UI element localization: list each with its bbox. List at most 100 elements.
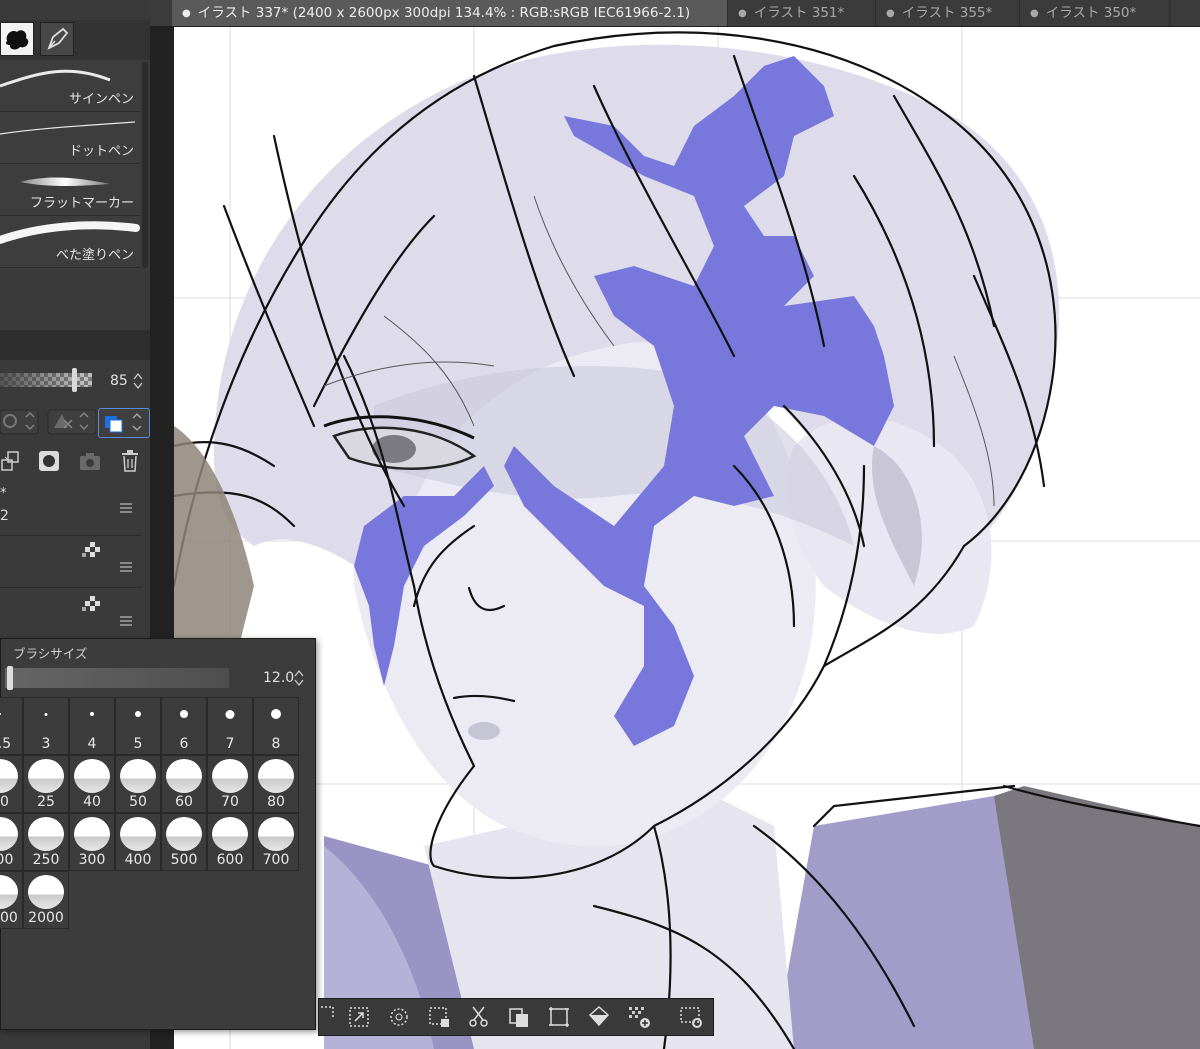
- brush-size-preset[interactable]: 80: [253, 755, 299, 813]
- layer-name-a: *: [0, 486, 7, 501]
- copy-paste-icon[interactable]: [507, 1005, 531, 1029]
- brush-tool-button[interactable]: [0, 22, 34, 56]
- tab-label: イラスト 350*: [1045, 5, 1137, 21]
- brush-tip-icon: [0, 713, 1, 715]
- brush-size-label: 6: [179, 736, 189, 752]
- transform-icon[interactable]: [319, 1005, 343, 1029]
- brush-size-preset[interactable]: 20: [0, 755, 23, 813]
- pen-nib-icon: [47, 27, 69, 50]
- layer-row[interactable]: * 2: [0, 484, 142, 536]
- layer-menu-icon[interactable]: [120, 616, 132, 626]
- brush-size-preset[interactable]: 1.5: [0, 697, 23, 755]
- brush-size-preset[interactable]: 700: [253, 813, 299, 871]
- opacity-slider[interactable]: [0, 373, 92, 387]
- cut-icon[interactable]: [467, 1005, 491, 1029]
- brush-size-label: 50: [129, 794, 147, 810]
- brush-size-label: 2000: [28, 910, 64, 926]
- layer-row[interactable]: [0, 536, 142, 588]
- layer-menu-icon[interactable]: [120, 562, 132, 572]
- tab-dot-icon: ●: [182, 8, 191, 19]
- brush-size-preset[interactable]: 8: [253, 697, 299, 755]
- brush-size-label: 200: [0, 852, 14, 868]
- camera-icon[interactable]: [78, 449, 102, 473]
- tab-illust-351[interactable]: ● イラスト 351*: [728, 0, 876, 26]
- layer-color-button[interactable]: [98, 408, 150, 438]
- tab-illust-350[interactable]: ● イラスト 350*: [1020, 0, 1170, 26]
- brush-size-preset[interactable]: 250: [23, 813, 69, 871]
- brush-tip-icon: [166, 759, 202, 793]
- brush-tip-icon: [166, 817, 202, 851]
- scale-selection-icon[interactable]: [347, 1005, 371, 1029]
- brush-item-dot-pen[interactable]: ドットペン: [0, 112, 140, 164]
- brush-size-label: 40: [83, 794, 101, 810]
- brush-size-preset[interactable]: 40: [69, 755, 115, 813]
- clip-layer-icon[interactable]: [0, 408, 40, 436]
- brush-size-preset[interactable]: 60: [161, 755, 207, 813]
- layer-mask-icon[interactable]: [38, 450, 60, 472]
- brush-size-slider-handle[interactable]: [7, 666, 13, 690]
- merge-layer-icon[interactable]: [0, 450, 22, 472]
- selection-settings-icon[interactable]: [679, 1005, 703, 1029]
- ink-splat-icon: [6, 30, 29, 50]
- brush-size-label: 7: [225, 736, 235, 752]
- tab-illust-337[interactable]: ● イラスト 337* (2400 x 2600px 300dpi 134.4% …: [172, 0, 728, 26]
- pen-tool-button[interactable]: [40, 22, 74, 56]
- fill-selection-icon[interactable]: [587, 1005, 611, 1029]
- brush-label: フラットマーカー: [29, 196, 134, 211]
- brush-size-title: ブラシサイズ: [13, 646, 88, 661]
- brush-tip-icon: [74, 759, 110, 793]
- layer-mode-row: [0, 402, 150, 442]
- brush-tip-icon: [0, 875, 18, 909]
- brush-tip-icon: [180, 710, 188, 718]
- brush-size-preset[interactable]: 50: [115, 755, 161, 813]
- reference-layer-icon[interactable]: [46, 408, 96, 436]
- brush-size-slider[interactable]: [5, 666, 229, 690]
- brush-size-preset[interactable]: 70: [207, 755, 253, 813]
- brush-size-palette: ブラシサイズ 12.0 1.5 3 4 5 6 7 8 20 25 40 50 60 70 80 200 25…: [0, 638, 316, 1030]
- brush-size-preset[interactable]: 500: [161, 813, 207, 871]
- layer-list: * 2: [0, 484, 150, 640]
- brush-list-scrollbar[interactable]: [142, 62, 148, 268]
- brush-item-solid-fill-pen[interactable]: べた塗りペン: [0, 216, 140, 268]
- brush-tip-icon: [258, 817, 294, 851]
- trash-icon[interactable]: [119, 449, 141, 473]
- opacity-value: 85: [110, 373, 128, 389]
- opacity-spinner-icon[interactable]: [133, 372, 143, 390]
- brush-tip-icon: [258, 759, 294, 793]
- tab-illust-355[interactable]: ● イラスト 355*: [876, 0, 1020, 26]
- brush-size-preset[interactable]: 25: [23, 755, 69, 813]
- layer-row[interactable]: [0, 588, 142, 640]
- brush-size-preset[interactable]: 5: [115, 697, 161, 755]
- brush-size-preset[interactable]: 2000: [23, 871, 69, 929]
- brush-size-label: 80: [267, 794, 285, 810]
- expand-selection-icon[interactable]: [387, 1005, 411, 1029]
- new-layer-from-selection-icon[interactable]: [627, 1005, 651, 1029]
- brush-size-preset[interactable]: 300: [69, 813, 115, 871]
- layer-menu-icon[interactable]: [120, 503, 132, 513]
- brush-tip-icon: [28, 759, 64, 793]
- drawing-canvas[interactable]: [174, 26, 1200, 1049]
- brush-list: サインペン ドットペン フラットマーカー べた塗りペン: [0, 60, 140, 270]
- brush-label: べた塗りペン: [55, 248, 134, 263]
- brush-size-preset[interactable]: 1000: [0, 871, 23, 929]
- brush-tip-icon: [74, 817, 110, 851]
- brush-size-preset[interactable]: 4: [69, 697, 115, 755]
- brush-size-preset[interactable]: 3: [23, 697, 69, 755]
- brush-size-spinner-icon[interactable]: [294, 669, 304, 687]
- brush-tip-icon: [120, 759, 156, 793]
- brush-tip-icon: [225, 709, 235, 719]
- brush-tip-icon: [28, 875, 64, 909]
- crop-icon[interactable]: [547, 1005, 571, 1029]
- shrink-selection-icon[interactable]: [427, 1005, 451, 1029]
- brush-item-sign-pen[interactable]: サインペン: [0, 60, 140, 112]
- brush-tip-icon: [0, 817, 18, 851]
- brush-size-preset[interactable]: 400: [115, 813, 161, 871]
- brush-size-preset[interactable]: 6: [161, 697, 207, 755]
- brush-size-preset[interactable]: 600: [207, 813, 253, 871]
- brush-size-preset[interactable]: 200: [0, 813, 23, 871]
- brush-item-flat-marker[interactable]: フラットマーカー: [0, 164, 140, 216]
- brush-tip-icon: [28, 817, 64, 851]
- brush-size-preset[interactable]: 7: [207, 697, 253, 755]
- opacity-slider-handle[interactable]: [72, 368, 77, 392]
- brush-size-label: 700: [262, 852, 290, 868]
